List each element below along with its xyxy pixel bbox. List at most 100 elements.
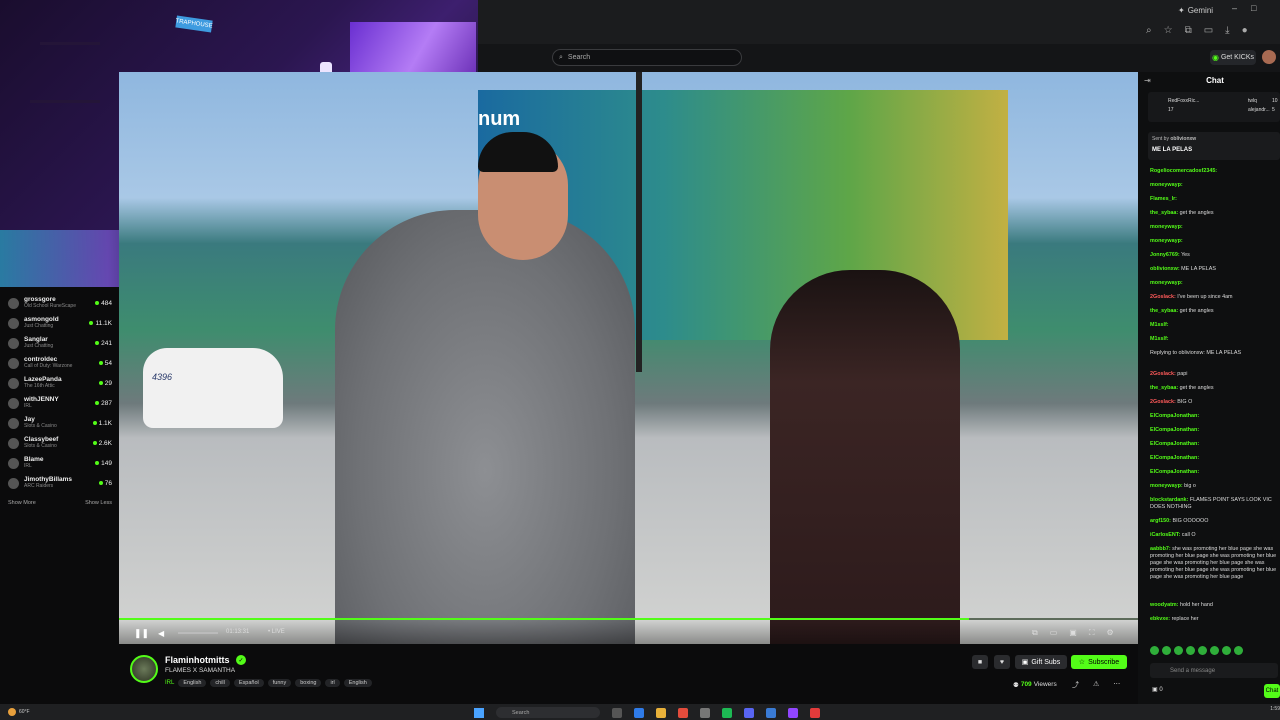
chat-username[interactable]: the_sybaa: <box>1150 385 1178 391</box>
chat-username[interactable]: Flames_Ir: <box>1150 196 1177 202</box>
emote-icon[interactable] <box>1198 646 1207 655</box>
app-icon[interactable] <box>766 708 776 718</box>
emote-icon[interactable] <box>1222 646 1231 655</box>
chat-username[interactable]: Jonny6769: <box>1150 252 1180 258</box>
gemini-button[interactable]: ✦ Gemini <box>1178 3 1218 17</box>
subscribe-button[interactable]: ☆ Subscribe <box>1071 655 1127 669</box>
streamer-name[interactable]: Flaminhotmitts <box>165 655 245 666</box>
tag-chip[interactable]: funny <box>267 679 292 687</box>
clip-icon[interactable]: ⧉ <box>1032 628 1038 638</box>
chat-send-button[interactable]: Chat <box>1264 684 1280 698</box>
pause-icon[interactable]: ❚❚ <box>134 628 149 638</box>
chat-username[interactable]: the_sybaa: <box>1150 210 1178 216</box>
sidebar-item-withjenny[interactable]: withJENNY IRL 287 <box>8 394 112 412</box>
sidebar-item-lazeepanda[interactable]: LazeePanda The 16th Attic 29 <box>8 374 112 392</box>
start-icon[interactable] <box>474 708 484 718</box>
chrome-icon[interactable] <box>678 708 688 718</box>
tag-chip[interactable]: Español <box>233 679 264 687</box>
sidebar-icon[interactable]: ▭ <box>1204 25 1213 39</box>
emote-icon[interactable] <box>1162 646 1171 655</box>
sidebar-item-blame[interactable]: Blame IRL 149 <box>8 454 112 472</box>
edge-icon[interactable] <box>634 708 644 718</box>
sidebar-item-sanglar[interactable]: Sanglar Just Chatting 241 <box>8 334 112 352</box>
emote-icon[interactable] <box>1210 646 1219 655</box>
chat-username[interactable]: aabbb7: <box>1150 546 1171 552</box>
emote-icon[interactable] <box>1186 646 1195 655</box>
volume-slider[interactable] <box>178 632 218 634</box>
discord-icon[interactable] <box>744 708 754 718</box>
chat-username[interactable]: ElCompaJonathan: <box>1150 413 1199 419</box>
chat-username[interactable]: moneywayp: <box>1150 483 1183 489</box>
downloads-icon[interactable]: ⤓ <box>1225 25 1229 39</box>
chat-username[interactable]: ElCompaJonathan: <box>1150 455 1199 461</box>
avatar[interactable] <box>130 655 158 683</box>
app-icon[interactable] <box>700 708 710 718</box>
emote-icon[interactable] <box>1174 646 1183 655</box>
tag-chip[interactable]: English <box>343 679 372 687</box>
chat-username[interactable]: moneywayp: <box>1150 182 1183 188</box>
theater-icon[interactable]: ▭ <box>1050 628 1058 638</box>
chat-username[interactable]: moneywayp: <box>1150 280 1183 286</box>
emote-icon[interactable] <box>1150 646 1159 655</box>
maximize-button[interactable]: □ <box>1251 3 1256 17</box>
chat-username[interactable]: ElCompaJonathan: <box>1150 441 1199 447</box>
sidebar-item-asmongold[interactable]: asmongold Just Chatting 11.1K <box>8 314 112 332</box>
sidebar-item-classybeef[interactable]: Classybeef Slots & Casino 2.6K <box>8 434 112 452</box>
star-icon[interactable]: ☆ <box>1164 25 1173 39</box>
minimize-button[interactable]: – <box>1232 3 1237 17</box>
pip-icon[interactable]: ▣ <box>1069 628 1077 638</box>
chat-username[interactable]: ElCompaJonathan: <box>1150 427 1199 433</box>
show-more-button[interactable]: Show More <box>8 500 36 508</box>
chat-username[interactable]: iCarlosENT: <box>1150 532 1180 538</box>
spotify-icon[interactable] <box>722 708 732 718</box>
chat-username[interactable]: blockstardank: <box>1150 497 1188 503</box>
avatar[interactable] <box>1262 50 1276 64</box>
chat-username[interactable]: ElCompaJonathan: <box>1150 469 1199 475</box>
collapse-chat-icon[interactable]: ⇥ <box>1144 76 1154 86</box>
clip-button[interactable]: ■ <box>972 655 988 669</box>
fullscreen-icon[interactable]: ⛶ <box>1089 628 1095 638</box>
follow-button[interactable]: ♥ <box>994 655 1010 669</box>
chat-username[interactable]: 2Goslack: <box>1150 294 1176 300</box>
app-icon[interactable] <box>810 708 820 718</box>
chat-username[interactable]: M1sslf: <box>1150 322 1169 328</box>
chat-username[interactable]: Rogeliocomercadosf2345: <box>1150 168 1217 174</box>
chat-username[interactable]: oblivionxw: <box>1150 266 1180 272</box>
tag-chip[interactable]: English <box>178 679 207 687</box>
chat-username[interactable]: moneywayp: <box>1150 224 1183 230</box>
tag-chip[interactable]: chill <box>210 679 230 687</box>
sidebar-item-jay[interactable]: Jay Slots & Casino 1.1K <box>8 414 112 432</box>
chat-username[interactable]: woodyatm: <box>1150 602 1178 608</box>
chat-username[interactable]: ebkvxe: <box>1150 616 1170 622</box>
chat-username[interactable]: 2Goslack: <box>1150 371 1176 377</box>
more-icon[interactable]: ⋯ <box>1113 680 1120 690</box>
chat-input[interactable]: Send a message <box>1150 663 1278 678</box>
settings-icon[interactable]: ⚙ <box>1106 628 1113 638</box>
category-link[interactable]: IRL <box>165 680 174 686</box>
twitch-icon[interactable] <box>788 708 798 718</box>
sidebar-item-jimothybillams[interactable]: JimothyBillams ARC Raiders 76 <box>8 474 112 492</box>
volume-icon[interactable]: ◀ <box>158 629 168 639</box>
weather-widget[interactable]: 60°F <box>8 706 48 718</box>
taskbar-search[interactable]: Search <box>496 707 600 718</box>
chat-username[interactable]: moneywayp: <box>1150 238 1183 244</box>
zoom-icon[interactable]: ⌕ <box>1146 25 1152 39</box>
extensions-icon[interactable]: ⧉ <box>1185 25 1192 39</box>
chat-username[interactable]: M1sslf: <box>1150 336 1169 342</box>
profile-icon[interactable]: ● <box>1242 25 1248 39</box>
chat-username[interactable]: 2Goslack: <box>1150 399 1176 405</box>
report-icon[interactable]: ⚠ <box>1093 680 1099 690</box>
chat-username[interactable]: the_sybaa: <box>1150 308 1178 314</box>
emote-icon[interactable] <box>1234 646 1243 655</box>
folder-icon[interactable] <box>656 708 666 718</box>
sidebar-item-grossgore[interactable]: grossgore Old School RuneScape 484 <box>8 294 112 312</box>
chat-username[interactable]: argf150: <box>1150 518 1171 524</box>
get-kicks-button[interactable]: ◉ Get KICKs <box>1210 50 1256 65</box>
share-icon[interactable]: ⤴ <box>1072 680 1079 690</box>
app-icon[interactable] <box>612 708 622 718</box>
tag-chip[interactable]: irl <box>325 679 340 687</box>
tag-chip[interactable]: boxing <box>295 679 322 687</box>
show-less-button[interactable]: Show Less <box>85 500 112 508</box>
search-input[interactable]: ⌕ Search <box>552 49 742 66</box>
gift-subs-button[interactable]: ▣ Gift Subs <box>1015 655 1067 669</box>
